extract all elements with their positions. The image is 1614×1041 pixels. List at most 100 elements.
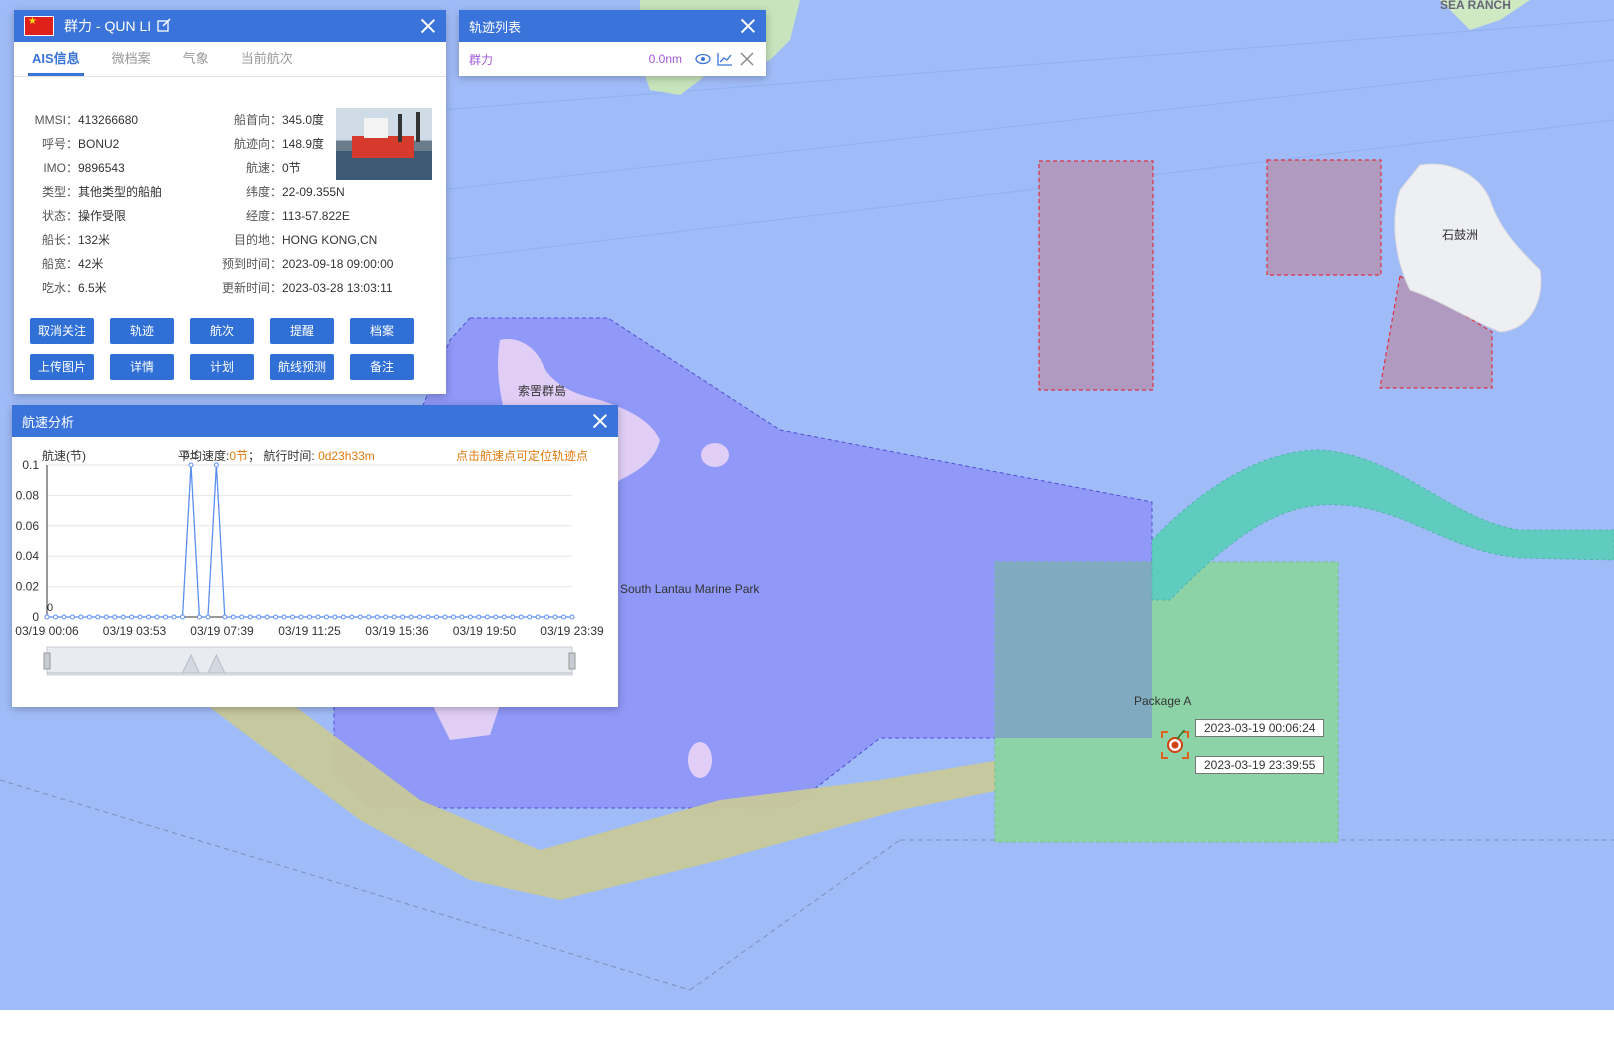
- speed-point: [52, 614, 58, 620]
- speed-point: [349, 614, 355, 620]
- speed-point: [44, 614, 50, 620]
- ship-photo[interactable]: [336, 108, 432, 180]
- speed-point: [493, 614, 499, 620]
- track-panel-title: 轨迹列表: [469, 19, 522, 35]
- speed-point: [239, 614, 245, 620]
- speed-point: [552, 614, 558, 620]
- y-tick-label: 0.02: [16, 580, 40, 594]
- speed-point: [78, 614, 84, 620]
- reminder-button[interactable]: 提醒: [270, 318, 334, 344]
- speed-point: [476, 614, 482, 620]
- speed-point: [518, 614, 524, 620]
- speed-point: [298, 614, 304, 620]
- speed-point: [425, 614, 431, 620]
- speed-point: [307, 614, 312, 620]
- island-label-soko: 索罟群島: [518, 384, 567, 398]
- speed-point: [417, 614, 423, 620]
- y-tick-label: 0.04: [16, 549, 40, 563]
- details-button[interactable]: 详情: [110, 354, 174, 380]
- x-tick-label: 03/19 19:50: [453, 624, 517, 638]
- track-list-item[interactable]: 群力 0.0nm: [459, 42, 766, 76]
- speed-point: [332, 614, 338, 620]
- speed-point: [230, 614, 236, 620]
- field-type: 类型：其他类型的船舶: [41, 185, 163, 199]
- ship-name: 群力 - QUN LI: [64, 18, 152, 34]
- speed-point: [213, 462, 219, 468]
- speed-point: [374, 614, 380, 620]
- speed-point: [561, 614, 567, 620]
- tab-micro-archive[interactable]: 微档案: [96, 42, 167, 76]
- speed-point: [171, 614, 177, 620]
- speed-point: [450, 614, 456, 620]
- speed-point: [222, 614, 228, 620]
- speed-point: [163, 614, 169, 620]
- ship-tabs: AIS信息 微档案 气象 当前航次: [14, 42, 446, 77]
- ship-marker-icon[interactable]: [1160, 727, 1190, 760]
- archive-button[interactable]: 档案: [350, 318, 414, 344]
- marine-park-label: South Lantau Marine Park: [620, 582, 760, 596]
- speed-point: [315, 614, 321, 620]
- speed-point: [256, 614, 262, 620]
- speed-point: [569, 614, 575, 620]
- track-button[interactable]: 轨迹: [110, 318, 174, 344]
- island-label-shekkwuchau: 石鼓洲: [1442, 228, 1479, 242]
- y-tick-label: 0.1: [22, 458, 39, 472]
- field-heading: 船首向：345.0度: [233, 113, 325, 127]
- remove-icon[interactable]: [738, 52, 756, 66]
- track-list-panel: 轨迹列表 群力 0.0nm: [459, 10, 766, 76]
- speed-point: [95, 614, 101, 620]
- speed-point: [247, 614, 253, 620]
- route-prediction-button[interactable]: 航线预测: [270, 354, 334, 380]
- speed-point: [69, 614, 75, 620]
- speed-analysis-panel: 航速分析 航速(节) 平均速度:0节； 航行时间: 0d23h33m 点击航速点…: [12, 405, 618, 707]
- speed-point: [137, 614, 143, 620]
- close-icon[interactable]: [592, 413, 608, 429]
- speed-point: [196, 614, 202, 620]
- speed-point: [205, 614, 211, 620]
- field-updated: 更新时间：2023-03-28 13:03:11: [221, 281, 393, 295]
- speed-point: [61, 614, 67, 620]
- upload-photo-button[interactable]: 上传图片: [30, 354, 94, 380]
- speed-point: [103, 614, 109, 620]
- speed-point: [391, 614, 397, 620]
- field-latitude: 纬度：22-09.355N: [245, 185, 345, 199]
- edit-icon[interactable]: [157, 17, 171, 35]
- close-icon[interactable]: [420, 18, 436, 34]
- speed-point: [129, 614, 135, 620]
- speed-point: [484, 614, 490, 620]
- speed-point: [120, 614, 126, 620]
- x-tick-label: 03/19 11:25: [278, 624, 341, 638]
- chart-line-icon[interactable]: [716, 52, 734, 66]
- plan-button[interactable]: 计划: [190, 354, 254, 380]
- speed-chart[interactable]: 0.10.080.060.040.02003/19 00:06 03/19 03:…: [12, 437, 618, 707]
- speed-point: [400, 614, 406, 620]
- x-tick-label: 03/19 00:06: [15, 624, 79, 638]
- range-handle-right: [568, 652, 576, 670]
- track-start-time: 2023-03-19 00:06:24: [1195, 719, 1325, 737]
- tab-current-voyage[interactable]: 当前航次: [225, 42, 309, 76]
- package-a-label: Package A: [1134, 694, 1192, 708]
- field-longitude: 经度：113-57.822E: [245, 209, 350, 223]
- speed-point: [323, 614, 329, 620]
- voyage-button[interactable]: 航次: [190, 318, 254, 344]
- close-icon[interactable]: [740, 18, 756, 34]
- field-beam: 船宽：42米: [41, 257, 104, 271]
- speed-point: [179, 614, 185, 620]
- tab-weather[interactable]: 气象: [167, 42, 225, 76]
- track-ship-name[interactable]: 群力: [469, 51, 493, 68]
- speed-point: [459, 614, 465, 620]
- eye-icon[interactable]: [694, 52, 712, 66]
- notes-button[interactable]: 备注: [350, 354, 414, 380]
- range-slider: [46, 646, 573, 676]
- field-callsign: 呼号：BONU2: [41, 137, 120, 151]
- field-status: 状态：操作受限: [41, 209, 127, 223]
- speed-point: [264, 614, 270, 620]
- field-speed: 航速：0节: [245, 161, 301, 175]
- track-distance: 0.0nm: [648, 52, 682, 66]
- y-tick-label: 0: [32, 610, 39, 624]
- zero-label: 0: [47, 602, 53, 614]
- range-handle-left: [43, 652, 51, 670]
- tab-ais-info[interactable]: AIS信息: [28, 42, 84, 76]
- x-tick-label: 03/19 15:36: [365, 624, 429, 638]
- unfollow-button[interactable]: 取消关注: [30, 318, 94, 344]
